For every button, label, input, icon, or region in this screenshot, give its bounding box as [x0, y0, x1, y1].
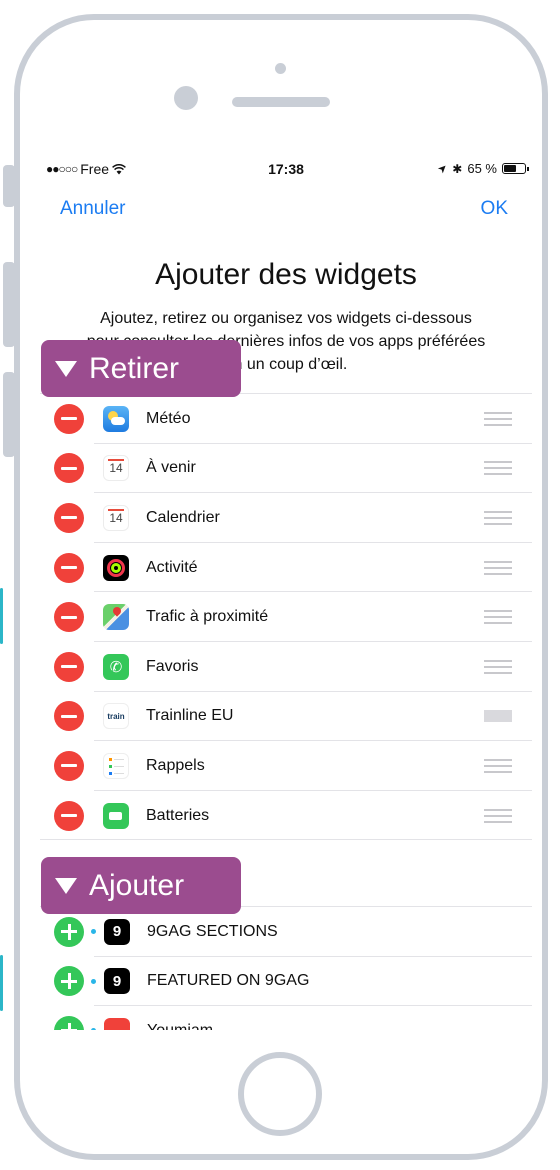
front-camera	[174, 86, 198, 110]
widget-label: Calendrier	[146, 508, 220, 526]
reorder-handle-icon[interactable]	[484, 710, 512, 723]
weather-icon	[103, 405, 129, 432]
page-title: Ajouter des widgets	[155, 258, 417, 291]
location-icon: ➤	[435, 161, 451, 177]
retirer-tag: Retirer	[41, 340, 241, 397]
remove-button[interactable]	[54, 750, 84, 781]
widget-label: À venir	[146, 459, 196, 477]
ajouter-tag-label: Ajouter	[89, 868, 185, 902]
widget-label: 9GAG SECTIONS	[147, 922, 278, 940]
battery-icon	[502, 163, 529, 174]
widget-label: Trainline EU	[146, 707, 234, 725]
home-button[interactable]	[238, 1052, 322, 1136]
widget-row-featured-9gag: 9 FEATURED ON 9GAG	[40, 957, 532, 1007]
ajouter-tag: Ajouter	[41, 857, 241, 914]
add-button[interactable]	[54, 1015, 84, 1030]
widget-label: FEATURED ON 9GAG	[147, 972, 310, 990]
remove-button[interactable]	[54, 651, 84, 682]
nav-bar: Annuler OK	[40, 198, 532, 228]
new-indicator-dot	[91, 1028, 96, 1030]
widget-row-youmiam: Youmiam	[40, 1006, 532, 1030]
status-bar: ●●○○○ Free 17:38 ➤ ✱ 65 %	[40, 150, 532, 190]
9gag-icon: 9	[104, 918, 130, 945]
remove-button[interactable]	[54, 701, 84, 732]
battery-icon	[103, 802, 129, 829]
calendar-icon: 14	[103, 455, 129, 482]
widget-row-trainline: train Trainline EU	[40, 692, 532, 742]
maps-icon	[103, 604, 129, 631]
widget-label: Trafic à proximité	[146, 608, 269, 626]
bluetooth-icon: ✱	[452, 161, 463, 176]
new-indicator-dot	[91, 929, 96, 935]
widget-label: Météo	[146, 409, 191, 427]
status-right: ➤ ✱ 65 %	[435, 161, 529, 177]
remove-button[interactable]	[54, 602, 84, 633]
remove-button[interactable]	[54, 502, 84, 533]
widget-row-favoris: ✆ Favoris	[40, 642, 532, 692]
battery-tip	[527, 167, 529, 171]
ok-button[interactable]: OK	[481, 198, 508, 220]
battery-percent: 65 %	[467, 161, 497, 176]
widget-label: Batteries	[146, 806, 210, 824]
add-button[interactable]	[54, 966, 84, 997]
widget-row-calendrier: 14 Calendrier	[40, 493, 532, 543]
add-list: 9 9GAG SECTIONS 9 FEATURED ON 9GAG Youmi…	[40, 907, 532, 1030]
reorder-handle-icon[interactable]	[484, 560, 512, 575]
widget-row-9gag-sections: 9 9GAG SECTIONS	[40, 907, 532, 957]
reorder-handle-icon[interactable]	[484, 610, 512, 625]
widget-row-trafic: Trafic à proximité	[40, 592, 532, 642]
widget-row-meteo: Météo	[40, 394, 532, 444]
reorder-handle-icon[interactable]	[484, 808, 512, 823]
battery-level	[504, 165, 517, 172]
widget-row-a-venir: 14 À venir	[40, 444, 532, 494]
widget-label: Activité	[146, 558, 198, 576]
phone-icon: ✆	[103, 653, 129, 680]
earpiece-speaker	[232, 97, 330, 107]
sensor	[275, 63, 286, 74]
remove-button[interactable]	[54, 552, 84, 583]
volume-down-button	[3, 372, 15, 457]
triangle-down-icon	[55, 877, 77, 894]
calendar-icon: 14	[103, 504, 129, 531]
new-indicator-dot	[91, 978, 96, 984]
youmiam-icon	[104, 1017, 130, 1030]
9gag-icon: 9	[104, 968, 130, 995]
triangle-down-icon	[55, 360, 77, 377]
volume-up-button	[3, 262, 15, 347]
retirer-tag-label: Retirer	[89, 351, 180, 385]
remove-list: Météo 14 À venir 14 Calendrier Activité …	[40, 393, 532, 840]
remove-button[interactable]	[54, 453, 84, 484]
remove-button[interactable]	[54, 403, 84, 434]
cancel-button[interactable]: Annuler	[60, 198, 126, 220]
reorder-handle-icon[interactable]	[484, 758, 512, 773]
side-accent	[0, 588, 3, 644]
reminders-icon	[103, 752, 129, 779]
widget-row-rappels: Rappels	[40, 741, 532, 791]
widget-label: Favoris	[146, 657, 199, 675]
widget-label: Youmiam	[147, 1022, 532, 1030]
reorder-handle-icon[interactable]	[484, 510, 512, 525]
reorder-handle-icon[interactable]	[484, 659, 512, 674]
trainline-icon: train	[103, 703, 129, 730]
side-accent	[0, 955, 3, 1011]
add-button[interactable]	[54, 916, 84, 947]
reorder-handle-icon[interactable]	[484, 411, 512, 426]
reorder-handle-icon[interactable]	[484, 461, 512, 476]
mute-switch	[3, 165, 15, 207]
activity-icon	[103, 554, 129, 581]
widget-label: Rappels	[146, 756, 205, 774]
widget-row-activite: Activité	[40, 543, 532, 593]
remove-button[interactable]	[54, 800, 84, 831]
widget-row-batteries: Batteries	[40, 791, 532, 841]
